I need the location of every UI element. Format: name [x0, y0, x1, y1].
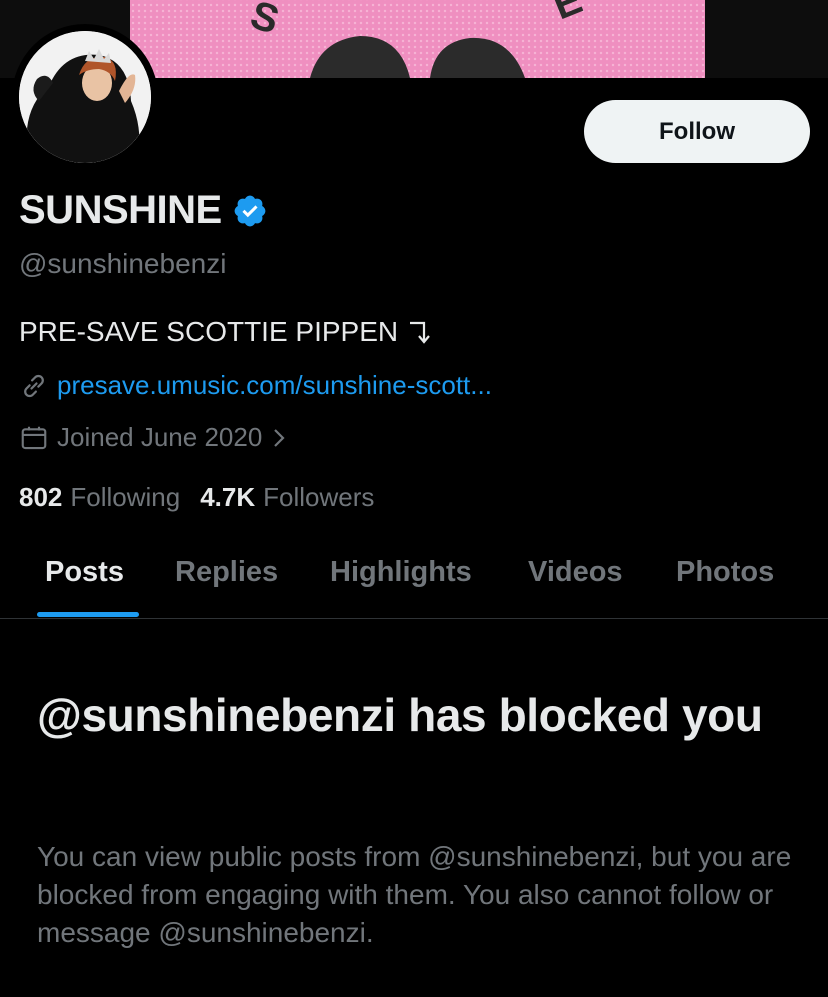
tab-posts[interactable]: Posts [45, 548, 124, 618]
profile-name-row: SUNSHINE [19, 188, 268, 233]
bio-text: PRE-SAVE SCOTTIE PIPPEN [19, 316, 399, 347]
profile-website-link[interactable]: presave.umusic.com/sunshine-scott... [57, 370, 492, 401]
svg-text:S: S [245, 0, 284, 43]
followers-label: Followers [263, 482, 375, 512]
calendar-icon [21, 426, 47, 449]
chevron-right-icon [274, 428, 285, 447]
profile-name: SUNSHINE [19, 188, 222, 232]
profile-link-row: presave.umusic.com/sunshine-scott... [19, 370, 492, 401]
tab-photos[interactable]: Photos [676, 548, 774, 618]
follow-button[interactable]: Follow [584, 100, 810, 163]
following-stat[interactable]: 802 Following [19, 482, 180, 513]
follow-stats: 802 Following 4.7K Followers [19, 482, 374, 513]
following-count: 802 [19, 482, 63, 512]
joined-date: Joined June 2020 [57, 422, 263, 452]
tab-replies[interactable]: Replies [175, 548, 278, 618]
svg-text:E: E [547, 0, 588, 28]
profile-bio: PRE-SAVE SCOTTIE PIPPEN [19, 316, 430, 348]
followers-stat[interactable]: 4.7K Followers [200, 482, 374, 513]
banner-jersey-image: S E [130, 0, 705, 78]
following-label: Following [70, 482, 181, 512]
down-right-arrow-icon [410, 321, 430, 344]
blocked-title: @sunshinebenzi has blocked you [37, 689, 763, 741]
followers-count: 4.7K [200, 482, 256, 512]
verified-badge-icon[interactable] [232, 193, 268, 229]
tab-highlights[interactable]: Highlights [330, 548, 472, 618]
profile-tabs: Posts Replies Highlights Videos Photos [0, 548, 828, 619]
active-tab-indicator [37, 612, 139, 617]
blocked-description: You can view public posts from @sunshine… [37, 841, 792, 948]
joined-date-row[interactable]: Joined June 2020 [19, 422, 286, 453]
tab-videos[interactable]: Videos [528, 548, 623, 618]
profile-handle: @sunshinebenzi [19, 248, 227, 279]
link-icon [24, 374, 44, 397]
avatar[interactable] [19, 31, 151, 163]
